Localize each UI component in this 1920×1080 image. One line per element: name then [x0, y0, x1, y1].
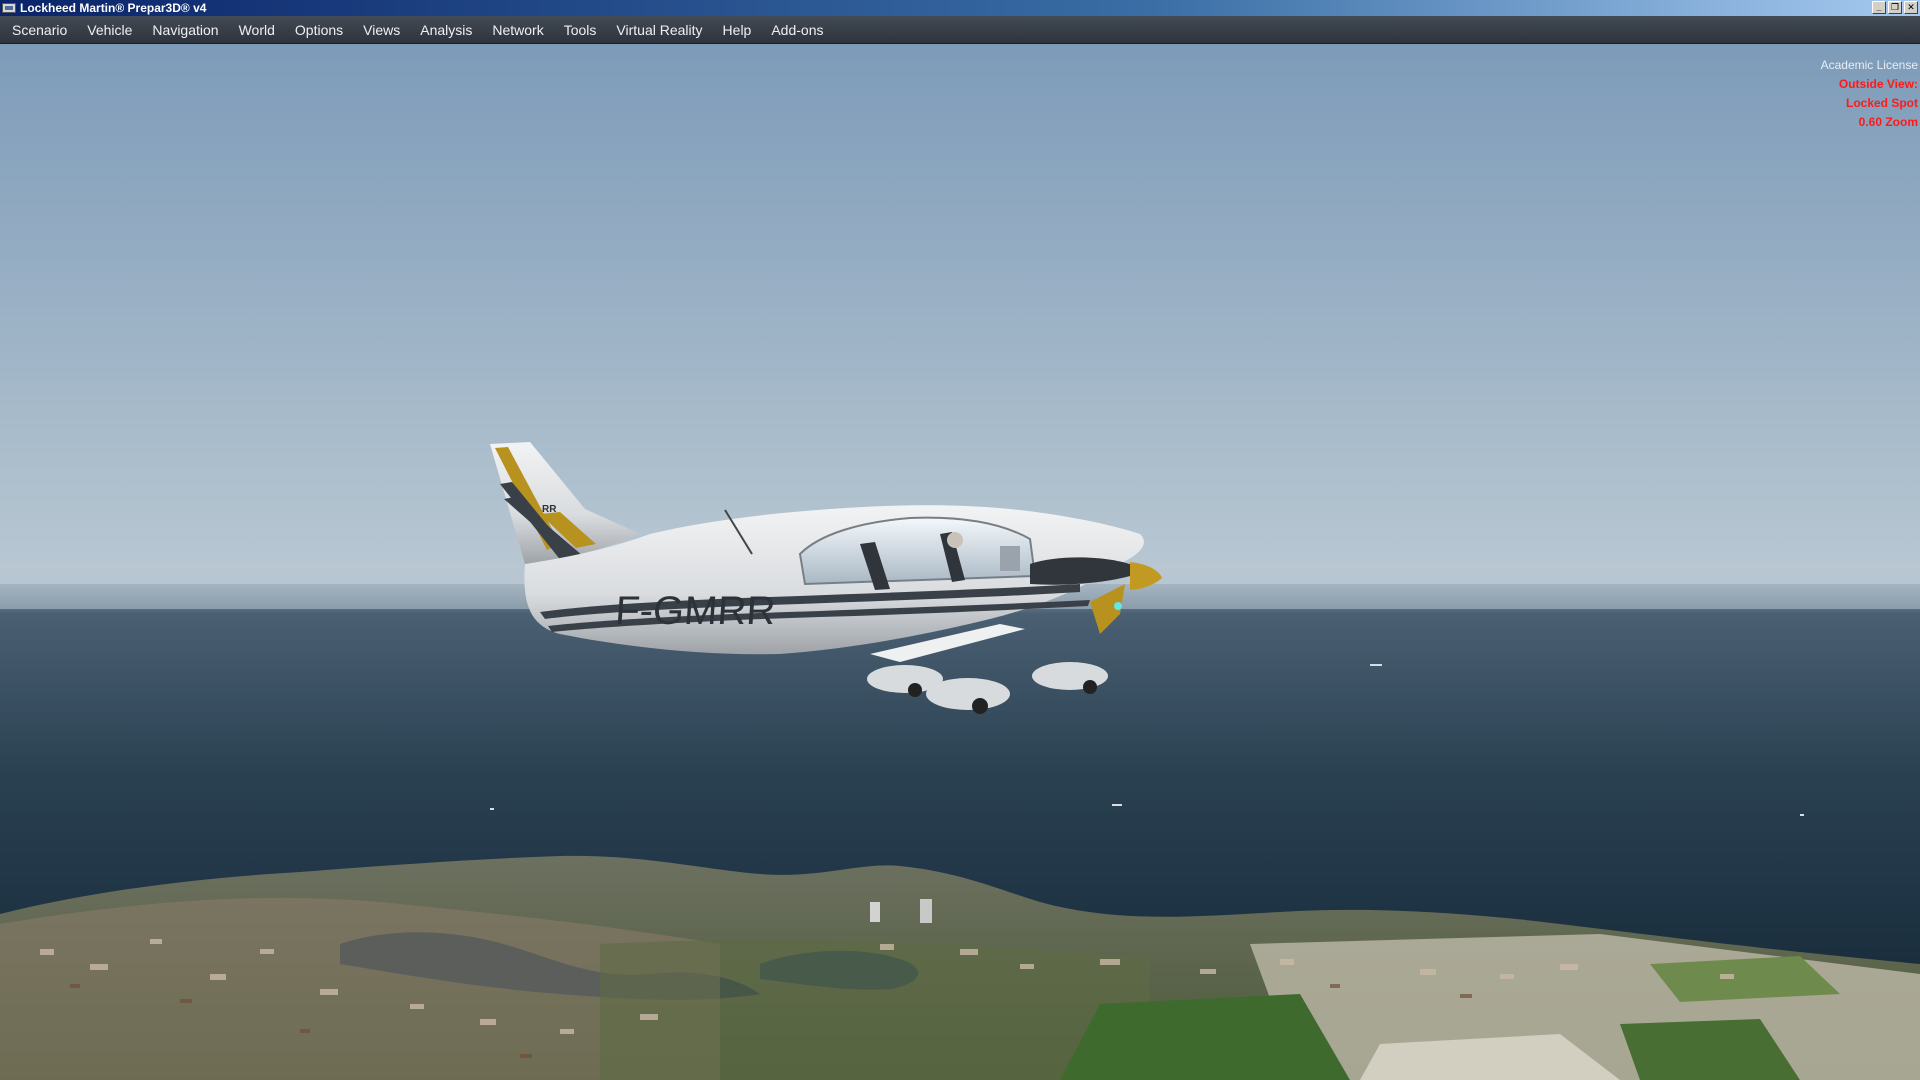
window-title-bar[interactable]: Lockheed Martin® Prepar3D® v4 _ ❐ ✕	[0, 0, 1920, 16]
minimize-button[interactable]: _	[1872, 1, 1886, 14]
aircraft-tail-code: RR	[542, 504, 557, 515]
menu-options[interactable]: Options	[285, 16, 353, 44]
view-mode-label: Outside View:	[1838, 77, 1918, 91]
menu-tools[interactable]: Tools	[554, 16, 607, 44]
menu-world[interactable]: World	[229, 16, 285, 44]
window-controls: _ ❐ ✕	[1872, 1, 1918, 14]
menu-help[interactable]: Help	[713, 16, 762, 44]
close-button[interactable]: ✕	[1904, 1, 1918, 14]
window-title: Lockheed Martin® Prepar3D® v4	[20, 1, 207, 15]
zoom-level-label: 0.60 Zoom	[1858, 115, 1918, 129]
menu-network[interactable]: Network	[482, 16, 553, 44]
menu-add-ons[interactable]: Add-ons	[761, 16, 833, 44]
menu-analysis[interactable]: Analysis	[410, 16, 482, 44]
app-icon[interactable]	[2, 3, 16, 13]
scene-render: F-GMRR RR	[0, 44, 1920, 1080]
restore-button[interactable]: ❐	[1888, 1, 1902, 14]
license-label: Academic License	[1820, 58, 1918, 72]
menu-views[interactable]: Views	[353, 16, 410, 44]
menu-virtual-reality[interactable]: Virtual Reality	[606, 16, 712, 44]
menu-vehicle[interactable]: Vehicle	[77, 16, 142, 44]
view-info-overlay: Academic License Outside View: Locked Sp…	[1821, 56, 1918, 132]
view-spot-label: Locked Spot	[1845, 96, 1918, 110]
menu-navigation[interactable]: Navigation	[142, 16, 228, 44]
menu-bar: Scenario Vehicle Navigation World Option…	[0, 16, 1920, 44]
menu-scenario[interactable]: Scenario	[2, 16, 77, 44]
simulator-viewport[interactable]: F-GMRR RR	[0, 44, 1920, 1080]
aircraft-registration: F-GMRR	[614, 589, 777, 633]
